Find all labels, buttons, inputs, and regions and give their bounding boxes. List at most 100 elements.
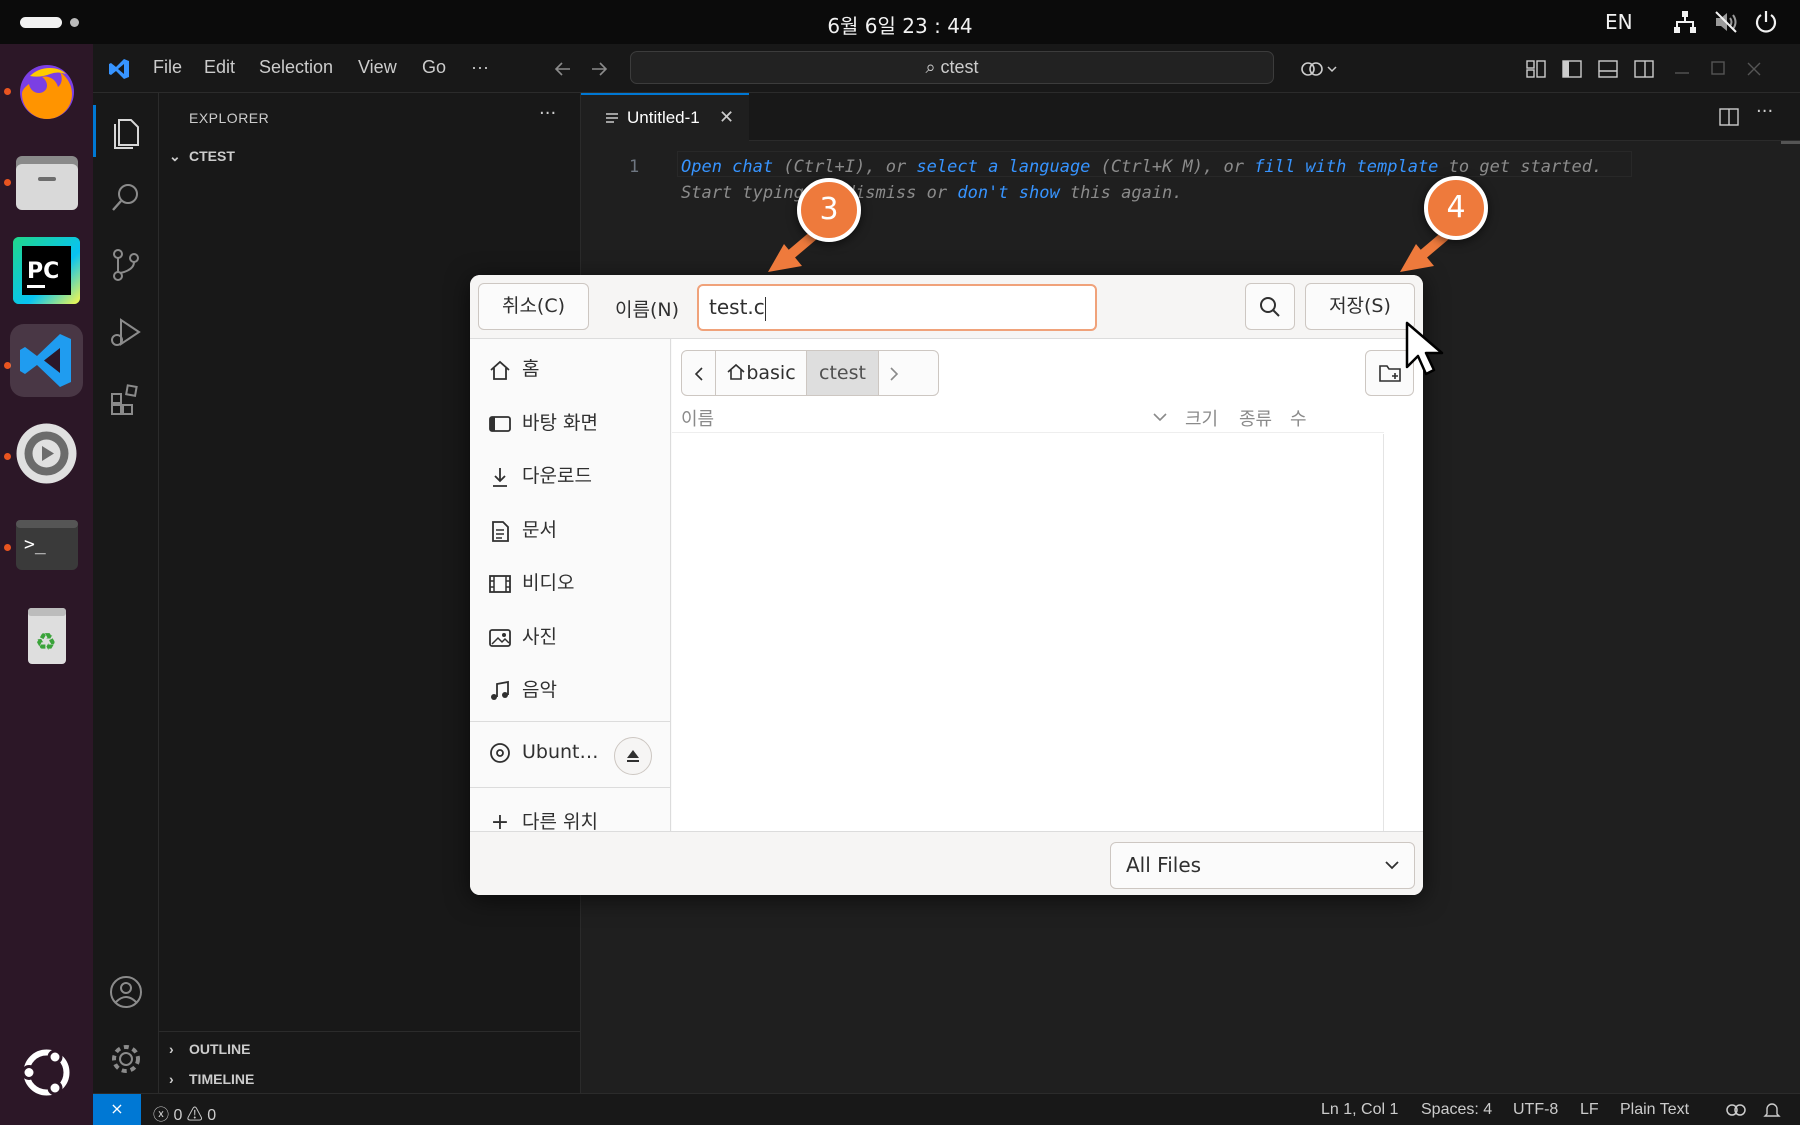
notifications-bell-icon[interactable] [1763,1101,1781,1119]
save-button[interactable]: 저장(S) [1305,283,1415,330]
explorer-title: EXPLORER [189,110,270,126]
path-segment-basic[interactable]: basic [716,351,807,395]
menu-go[interactable]: Go [422,57,446,78]
column-modified[interactable]: 수 [1290,405,1307,431]
place-drive[interactable]: Ubunt… [488,741,599,764]
encoding[interactable]: UTF-8 [1513,1101,1558,1119]
copilot-icon[interactable] [1300,58,1340,80]
dont-show-link[interactable]: don't show [957,183,1059,203]
show-apps-launcher[interactable] [10,1036,83,1109]
menu-edit[interactable]: Edit [204,57,235,78]
trash-launcher[interactable]: ♻ [10,598,83,671]
activity-bar [93,93,159,1093]
close-window-icon[interactable] [1743,58,1765,80]
path-segment-ctest[interactable]: ctest [807,351,879,395]
problems-indicator[interactable]: ⓧ 0 ⚠ 0 [153,1101,216,1125]
forward-arrow-icon[interactable] [588,58,610,80]
network-icon[interactable] [1672,9,1698,35]
editor-more-button[interactable]: ··· [1756,101,1773,122]
end-of-line[interactable]: LF [1580,1101,1599,1119]
file-type-filter[interactable]: All Files [1110,842,1415,889]
terminal-launcher[interactable]: >_ [10,508,83,581]
editor-hint-line-2: Start typing to dismiss or don't show th… [681,183,1183,203]
place-desktop[interactable]: 바탕 화면 [488,408,598,435]
files-launcher[interactable] [10,144,83,217]
places-divider [470,721,670,722]
explorer-icon[interactable] [107,112,145,150]
divider [159,1031,581,1032]
column-type[interactable]: 종류 [1239,405,1272,431]
toggle-panel-icon[interactable] [1597,58,1619,80]
column-size[interactable]: 크기 [1185,405,1218,431]
open-chat-link[interactable]: Open chat [681,157,773,177]
place-videos[interactable]: 비디오 [488,568,574,595]
power-icon[interactable] [1753,9,1779,35]
customize-layout-icon[interactable] [1525,58,1547,80]
column-name[interactable]: 이름 [681,405,714,431]
place-label: 다운로드 [522,465,592,487]
run-debug-icon[interactable] [107,313,145,351]
command-center-label: ctest [940,57,979,77]
copilot-status-icon[interactable] [1725,1101,1747,1119]
place-other-locations[interactable]: + 다른 위치 [488,807,598,831]
music-icon [491,680,509,700]
place-documents[interactable]: 문서 [488,515,557,542]
cursor-position[interactable]: Ln 1, Col 1 [1321,1101,1398,1119]
sort-chevron-down-icon[interactable] [1152,411,1168,423]
language-mode[interactable]: Plain Text [1620,1101,1689,1119]
menu-selection[interactable]: Selection [259,57,333,78]
filename-input[interactable]: test.c [697,284,1097,331]
file-list[interactable] [672,434,1384,831]
maximize-icon[interactable] [1707,58,1729,80]
place-music[interactable]: 음악 [488,675,557,702]
source-control-icon[interactable] [107,246,145,284]
remote-indicator-button[interactable]: ⨯ [93,1094,141,1125]
timeline-section[interactable]: › TIMELINE [169,1071,254,1087]
tab-close-button[interactable]: ✕ [719,107,734,128]
explorer-more-button[interactable]: ··· [539,103,556,124]
cancel-button[interactable]: 취소(C) [478,283,589,330]
split-editor-icon[interactable] [1719,107,1739,127]
place-label: 사진 [522,626,557,648]
menu-view[interactable]: View [358,57,397,78]
step-4-marker: 4 [1424,176,1488,240]
volume-muted-icon[interactable] [1713,9,1739,35]
input-language[interactable]: EN [1605,10,1633,34]
minimize-icon[interactable] [1671,58,1693,80]
fill-template-link[interactable]: fill with template [1254,157,1438,177]
outline-section[interactable]: › OUTLINE [169,1041,250,1057]
vscode-launcher[interactable] [10,324,83,397]
place-downloads[interactable]: 다운로드 [488,461,592,488]
firefox-launcher[interactable] [10,54,83,127]
ubuntu-icon [21,1049,70,1096]
toggle-secondary-sidebar-icon[interactable] [1633,58,1655,80]
search-icon[interactable] [107,179,145,217]
timeline-label: TIMELINE [189,1071,255,1087]
place-home[interactable]: 홈 [488,354,539,381]
command-center[interactable]: ⌕ ctest [630,51,1274,84]
account-icon[interactable] [107,973,145,1011]
path-back-button[interactable] [682,351,716,395]
tab-untitled-1[interactable]: Untitled-1 ✕ [581,93,749,141]
extensions-icon[interactable] [107,380,145,418]
pycharm-icon: PC [13,237,80,304]
search-button[interactable] [1245,283,1295,330]
manage-gear-icon[interactable] [107,1040,145,1078]
toggle-primary-sidebar-icon[interactable] [1561,58,1583,80]
place-pictures[interactable]: 사진 [488,622,557,649]
download-icon [493,467,507,487]
pycharm-launcher[interactable]: PC [10,234,83,307]
indentation[interactable]: Spaces: 4 [1421,1101,1492,1119]
back-arrow-icon[interactable] [552,58,574,80]
eject-button[interactable] [614,737,652,775]
editor-hint-line-1: Open chat (Ctrl+I), or select a language… [681,157,1602,177]
settings-launcher[interactable] [10,417,83,490]
menu-more[interactable]: ··· [471,57,489,78]
clock[interactable]: 6월 6일 23 : 44 [0,10,1800,39]
path-forward-button[interactable] [879,351,909,395]
select-language-link[interactable]: select a language [916,157,1090,177]
folder-ctest[interactable]: ⌄ CTEST [169,148,235,165]
menu-file[interactable]: File [153,57,182,78]
outline-label: OUTLINE [189,1041,251,1057]
drive-label: Ubunt… [522,741,599,763]
